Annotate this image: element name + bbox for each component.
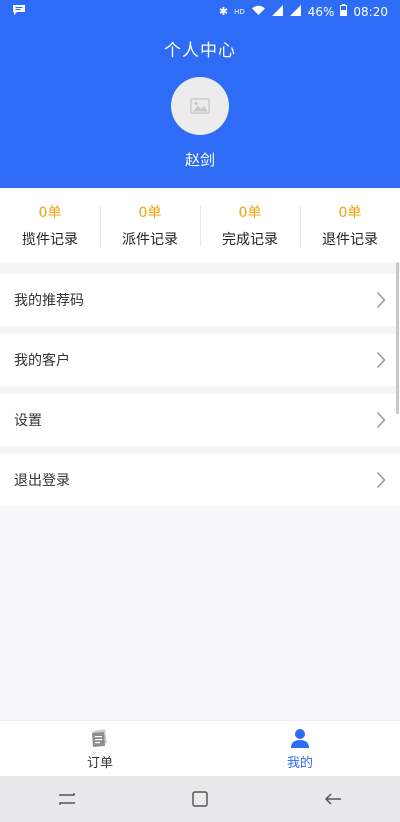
message-notification-icon <box>12 4 26 19</box>
profile-header: ✱ HD 46% 08:20 个人中心 赵剑 <box>0 0 400 188</box>
stat-label: 退件记录 <box>322 232 378 248</box>
menu-item-my-customers[interactable]: 我的客户 <box>0 334 400 386</box>
chevron-right-icon <box>376 351 386 369</box>
status-right: ✱ HD 46% 08:20 <box>219 4 388 20</box>
user-name: 赵剑 <box>184 151 215 169</box>
bluetooth-icon: ✱ <box>218 5 229 18</box>
chevron-right-icon <box>376 291 386 309</box>
menu-item-referral-code[interactable]: 我的推荐码 <box>0 274 400 326</box>
back-button[interactable] <box>313 779 353 819</box>
stat-value: 0单 <box>238 205 262 221</box>
clock: 08:20 <box>353 5 388 19</box>
page-title: 个人中心 <box>164 41 236 61</box>
stat-completed-records[interactable]: 0单 完成记录 <box>200 188 300 263</box>
menu-label: 我的客户 <box>14 353 70 369</box>
back-arrow-icon <box>325 793 342 805</box>
chevron-right-icon <box>376 471 386 489</box>
scroll-indicator <box>396 262 399 414</box>
battery-icon <box>340 4 348 20</box>
home-icon <box>192 791 208 807</box>
user-icon <box>291 728 309 748</box>
stat-label: 完成记录 <box>222 232 278 248</box>
hd-icon: HD <box>234 8 245 16</box>
avatar[interactable] <box>171 77 229 135</box>
stats-row: 0单 揽件记录 0单 派件记录 0单 完成记录 0单 退件记录 <box>0 188 400 263</box>
profile-screen: ✱ HD 46% 08:20 个人中心 赵剑 0单 揽件记录 0单 派件记录 0… <box>0 0 400 822</box>
recent-apps-button[interactable] <box>47 779 87 819</box>
stat-label: 派件记录 <box>122 232 178 248</box>
battery-percent: 46% <box>307 5 335 19</box>
stat-label: 揽件记录 <box>22 232 78 248</box>
tab-label: 订单 <box>86 755 113 771</box>
tab-label: 我的 <box>286 755 313 771</box>
tab-mine[interactable]: 我的 <box>200 721 400 776</box>
home-button[interactable] <box>180 779 220 819</box>
stat-delivery-records[interactable]: 0单 派件记录 <box>100 188 200 263</box>
stat-value: 0单 <box>338 205 362 221</box>
bottom-tab-bar: 订单 我的 <box>0 720 400 776</box>
menu-item-settings[interactable]: 设置 <box>0 394 400 446</box>
system-nav-bar <box>0 776 400 822</box>
stat-pickup-records[interactable]: 0单 揽件记录 <box>0 188 100 263</box>
signal-icon-1 <box>271 4 284 20</box>
menu-label: 我的推荐码 <box>14 293 84 309</box>
status-bar: ✱ HD 46% 08:20 <box>0 0 400 24</box>
tab-orders[interactable]: 订单 <box>0 721 200 776</box>
signal-icon-2 <box>289 4 302 20</box>
image-placeholder-icon <box>190 98 210 114</box>
orders-icon <box>92 728 107 747</box>
stat-value: 0单 <box>38 205 62 221</box>
stat-return-records[interactable]: 0单 退件记录 <box>300 188 400 263</box>
menu-label: 设置 <box>14 413 42 429</box>
wifi-icon <box>251 5 266 20</box>
menu-item-logout[interactable]: 退出登录 <box>0 454 400 506</box>
menu-label: 退出登录 <box>14 473 70 489</box>
stat-value: 0单 <box>138 205 162 221</box>
empty-content-area <box>0 506 400 720</box>
recent-apps-icon <box>58 793 75 805</box>
chevron-right-icon <box>376 411 386 429</box>
